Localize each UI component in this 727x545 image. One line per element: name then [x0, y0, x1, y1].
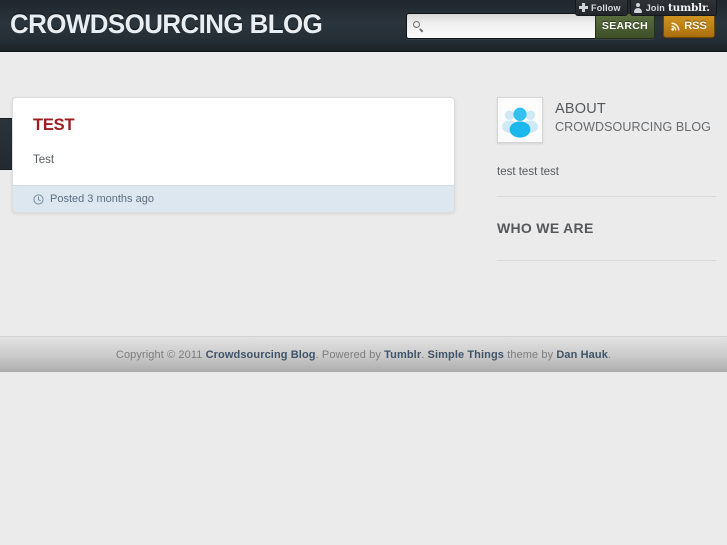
post-text: Test: [33, 154, 55, 166]
footer-tumblr-link[interactable]: Tumblr: [384, 349, 421, 361]
about-section: ABOUT CROWDSOURCING BLOG: [497, 97, 716, 143]
follow-button[interactable]: Follow: [575, 0, 628, 16]
search-bar: SEARCH: [406, 13, 655, 39]
search-button[interactable]: SEARCH: [595, 13, 655, 39]
about-subtitle: CROWDSOURCING BLOG: [555, 120, 711, 135]
default-avatar-icon: [501, 101, 539, 139]
sidebar-divider-bottom: [497, 260, 716, 261]
avatar: [497, 97, 543, 143]
footer-period: .: [607, 348, 612, 361]
rss-label: RSS: [684, 20, 707, 32]
join-tumblr-button[interactable]: Join tumblr.: [629, 0, 717, 16]
follow-label: Follow: [591, 2, 621, 13]
rss-icon: [671, 22, 680, 31]
post-title[interactable]: TEST: [33, 116, 434, 135]
post-timestamp: Posted 3 months ago: [50, 193, 154, 206]
footer-theme-link[interactable]: Simple Things: [428, 349, 504, 361]
rss-button[interactable]: RSS: [663, 14, 715, 38]
post-body: TEST Test: [13, 98, 454, 185]
sidebar: ABOUT CROWDSOURCING BLOG test test test …: [497, 97, 716, 261]
search-field[interactable]: [406, 13, 595, 39]
tumblr-brand-label: tumblr.: [668, 1, 710, 14]
page-background-below-footer: [0, 372, 727, 545]
about-heading: ABOUT: [555, 101, 606, 117]
search-icon: [413, 20, 424, 32]
search-input[interactable]: [428, 20, 588, 32]
footer-author-link[interactable]: Dan Hauk: [556, 349, 608, 361]
footer-blog-link[interactable]: Crowdsourcing Blog: [206, 349, 316, 361]
about-description: test test test: [497, 166, 559, 178]
join-label: Join: [645, 2, 666, 13]
footer-credits: Copyright © 2011 Crowdsourcing Blog. Pow…: [116, 349, 611, 361]
about-text: ABOUT CROWDSOURCING BLOG: [555, 97, 711, 135]
footer-powered-prefix: . Powered by: [315, 348, 385, 361]
footer-theme-by: theme by: [504, 348, 557, 361]
post-meta: Posted 3 months ago: [13, 185, 454, 213]
person-icon: [634, 3, 643, 13]
post-card: TEST Test Posted 3 months ago: [12, 97, 455, 214]
content-area: TEST Test Posted 3 months ago ABOUT CROW…: [0, 52, 727, 320]
plus-icon: [579, 3, 588, 12]
clock-icon: [33, 194, 44, 205]
tumblr-control-bar: Follow Join tumblr.: [575, 0, 719, 16]
page-title: CROWDSOURCING BLOG: [10, 9, 323, 39]
sidebar-section-heading: WHO WE ARE: [497, 220, 594, 236]
site-footer: Copyright © 2011 Crowdsourcing Blog. Pow…: [0, 336, 727, 372]
footer-copyright-prefix: Copyright © 2011: [115, 348, 206, 361]
